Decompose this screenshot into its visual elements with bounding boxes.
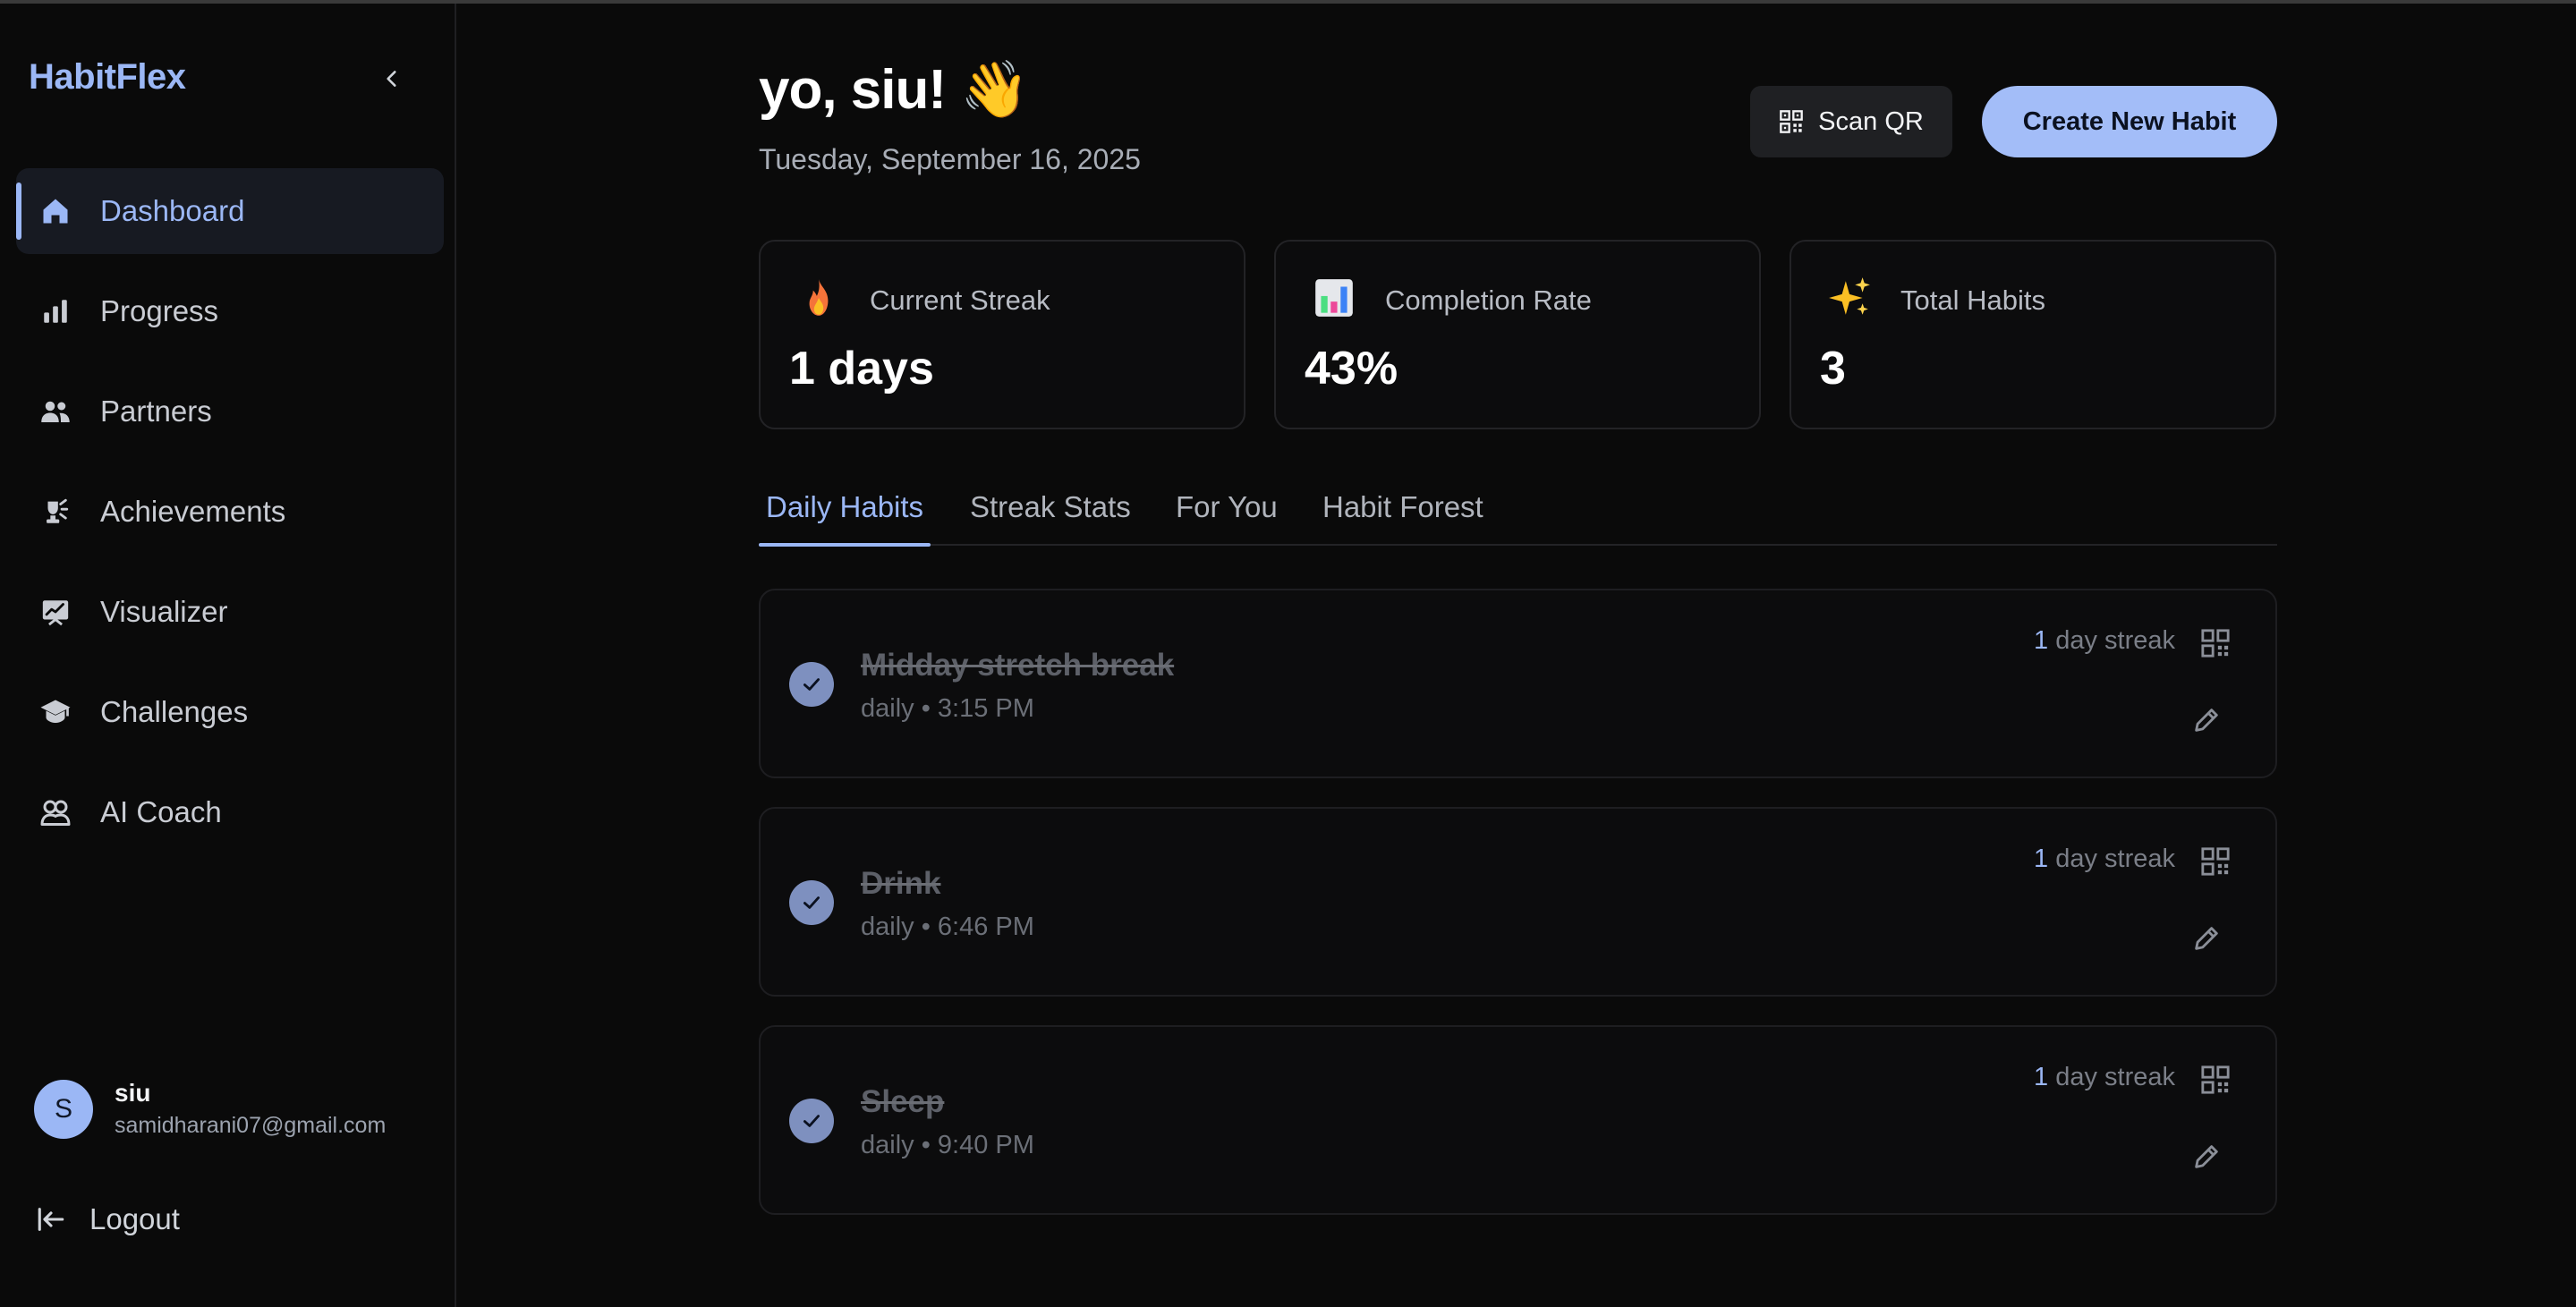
stat-value: 1 days (789, 343, 934, 395)
sidebar-item-label: Progress (100, 294, 219, 327)
qr-code-icon[interactable] (2200, 628, 2231, 658)
sidebar-item-ai-coach[interactable]: AI Coach (16, 769, 444, 855)
scan-qr-label: Scan QR (1818, 106, 1924, 136)
sidebar-item-label: Challenges (100, 695, 249, 728)
streak-count: 1 (2034, 844, 2049, 873)
tab-streak-stats[interactable]: Streak Stats (970, 490, 1131, 544)
user-info: siu samidharani07@gmail.com (115, 1079, 386, 1139)
habit-card: Sleep daily • 9:40 PM 1 day streak (759, 1025, 2277, 1215)
brand-logo: HabitFlex (29, 57, 186, 97)
habit-complete-checkbox[interactable] (789, 880, 834, 925)
habit-streak: 1 day streak (2034, 844, 2175, 874)
tab-daily-habits[interactable]: Daily Habits (758, 490, 931, 547)
habit-name: Sleep (861, 1084, 945, 1119)
collapse-sidebar-button[interactable] (374, 61, 410, 97)
graduation-cap-icon (38, 694, 73, 730)
sidebar-item-visualizer[interactable]: Visualizer (16, 569, 444, 655)
stat-label: Completion Rate (1385, 284, 1592, 316)
logout-icon (38, 1208, 64, 1231)
avatar: S (34, 1079, 93, 1139)
habit-schedule: daily • 9:40 PM (861, 1131, 1034, 1159)
logout-label: Logout (89, 1202, 180, 1235)
check-icon (803, 896, 820, 909)
stat-card-completion-rate: Completion Rate 43% (1274, 240, 1761, 429)
sidebar-item-partners[interactable]: Partners (16, 369, 444, 454)
check-icon (803, 1115, 820, 1127)
habit-card: Drink daily • 6:46 PM 1 day streak (759, 807, 2277, 997)
stat-label: Current Streak (870, 284, 1050, 316)
streak-count: 1 (2034, 626, 2049, 655)
qr-code-icon[interactable] (2200, 1065, 2231, 1095)
sidebar-item-label: AI Coach (100, 795, 222, 828)
sidebar-item-label: Visualizer (100, 595, 228, 628)
streak-text: day streak (2048, 1063, 2175, 1091)
sidebar-item-achievements[interactable]: Achievements (16, 469, 444, 555)
sidebar-item-label: Achievements (100, 495, 286, 528)
stat-value: 43% (1305, 343, 1399, 395)
fire-icon (809, 279, 829, 316)
current-date: Tuesday, September 16, 2025 (759, 143, 1141, 175)
stat-card-total-habits: Total Habits 3 (1790, 240, 2276, 429)
people-icon (38, 394, 73, 429)
habit-name: Drink (861, 866, 941, 901)
habit-schedule: daily • 6:46 PM (861, 912, 1034, 941)
sidebar: HabitFlex Dashboard Progress Partners Ac… (0, 4, 456, 1307)
sidebar-item-label: Partners (100, 395, 212, 428)
habit-name: Midday stretch break (861, 648, 1175, 683)
page-title: yo, siu! 👋 (759, 59, 1029, 121)
user-email: samidharani07@gmail.com (115, 1113, 387, 1138)
edit-icon[interactable] (2191, 1142, 2222, 1172)
edit-icon[interactable] (2191, 923, 2222, 954)
sidebar-nav: Dashboard Progress Partners Achievements… (16, 168, 444, 870)
sidebar-item-progress[interactable]: Progress (16, 268, 444, 354)
edit-icon[interactable] (2191, 705, 2222, 735)
habit-complete-checkbox[interactable] (789, 1099, 834, 1143)
qr-code-icon[interactable] (2200, 846, 2231, 877)
coach-icon (38, 794, 73, 830)
check-icon (803, 678, 820, 691)
sidebar-item-label: Dashboard (100, 194, 245, 227)
logout-button[interactable]: Logout (36, 1202, 180, 1236)
habit-schedule: daily • 3:15 PM (861, 694, 1034, 723)
habit-card: Midday stretch break daily • 3:15 PM 1 d… (759, 589, 2277, 778)
user-profile[interactable]: S siu samidharani07@gmail.com (34, 1079, 386, 1139)
home-icon (38, 193, 73, 229)
habit-streak: 1 day streak (2034, 1063, 2175, 1092)
sidebar-item-dashboard[interactable]: Dashboard (16, 168, 444, 254)
qr-code-icon (1780, 110, 1803, 133)
streak-count: 1 (2034, 1063, 2049, 1091)
trend-chart-icon (38, 594, 73, 630)
bar-chart-icon (38, 293, 73, 329)
tab-for-you[interactable]: For You (1176, 490, 1278, 544)
tab-habit-forest[interactable]: Habit Forest (1322, 490, 1484, 544)
stat-label: Total Habits (1900, 284, 2045, 316)
streak-text: day streak (2048, 844, 2175, 873)
streak-text: day streak (2048, 626, 2175, 655)
habit-streak: 1 day streak (2034, 626, 2175, 656)
habit-complete-checkbox[interactable] (789, 662, 834, 707)
chart-icon (1315, 279, 1353, 317)
chevron-left-icon (387, 71, 396, 87)
scan-qr-button[interactable]: Scan QR (1750, 86, 1952, 157)
trophy-icon (38, 494, 73, 530)
sidebar-item-challenges[interactable]: Challenges (16, 669, 444, 755)
habit-tabs: Daily Habits Streak Stats For You Habit … (758, 483, 2277, 547)
stat-card-current-streak: Current Streak 1 days (759, 240, 1245, 429)
stat-value: 3 (1820, 343, 1846, 395)
create-new-habit-button[interactable]: Create New Habit (1982, 86, 2277, 157)
sparkles-icon (1829, 277, 1870, 315)
user-name: siu (115, 1079, 151, 1107)
